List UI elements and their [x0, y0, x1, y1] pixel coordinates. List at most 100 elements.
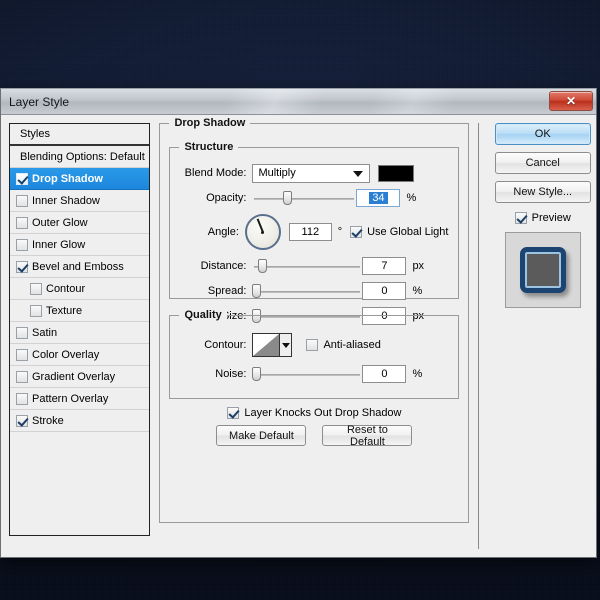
- use-global-light-checkbox[interactable]: Use Global Light: [350, 226, 448, 238]
- use-global-light-label: Use Global Light: [367, 226, 448, 238]
- checkbox-icon[interactable]: [16, 393, 28, 405]
- styles-column: Styles Blending Options: Default Drop Sha…: [9, 123, 150, 549]
- style-list-item-contour[interactable]: Contour: [10, 278, 149, 300]
- new-style-button[interactable]: New Style...: [495, 181, 591, 203]
- preview-checkbox[interactable]: Preview: [515, 212, 571, 224]
- checkbox-icon[interactable]: [16, 173, 28, 185]
- angle-value: 112: [302, 226, 320, 238]
- quality-group-title: Quality: [179, 309, 226, 321]
- checkbox-icon: [227, 407, 239, 419]
- close-button[interactable]: ✕: [549, 91, 593, 111]
- style-list-item-stroke[interactable]: Stroke: [10, 410, 149, 432]
- quality-group: Quality Contour: Anti-aliased: [169, 315, 459, 399]
- checkbox-icon[interactable]: [16, 217, 28, 229]
- layer-knocks-out-checkbox[interactable]: Layer Knocks Out Drop Shadow: [169, 407, 459, 419]
- checkbox-icon[interactable]: [16, 415, 28, 427]
- checkbox-icon[interactable]: [16, 327, 28, 339]
- structure-group: Structure Blend Mode: Multiply Opacity:: [169, 147, 459, 299]
- style-list-item-outer-glow[interactable]: Outer Glow: [10, 212, 149, 234]
- blend-mode-value: Multiply: [258, 167, 295, 179]
- spread-slider-track: [254, 291, 360, 293]
- style-list-item-label: Blending Options: Default: [20, 151, 145, 163]
- drop-shadow-group: Drop Shadow Structure Blend Mode: Multip…: [159, 123, 469, 523]
- spread-slider[interactable]: [252, 282, 362, 300]
- opacity-label: Opacity:: [180, 192, 252, 204]
- checkbox-icon: [350, 226, 362, 238]
- noise-input[interactable]: 0: [362, 365, 406, 383]
- opacity-slider-track: [254, 198, 354, 200]
- checkbox-icon[interactable]: [16, 195, 28, 207]
- preview-thumbnail: [505, 232, 581, 308]
- layer-style-dialog: Layer Style ✕ Styles Blending Options: D…: [0, 88, 597, 558]
- dialog-titlebar[interactable]: Layer Style ✕: [1, 89, 596, 115]
- anti-aliased-checkbox[interactable]: Anti-aliased: [306, 339, 380, 351]
- noise-unit: %: [412, 368, 422, 380]
- checkbox-icon[interactable]: [30, 283, 42, 295]
- noise-row: Noise: 0 %: [180, 363, 448, 385]
- cancel-button[interactable]: Cancel: [495, 152, 591, 174]
- style-list-item-texture[interactable]: Texture: [10, 300, 149, 322]
- checkbox-icon[interactable]: [16, 349, 28, 361]
- opacity-slider[interactable]: [252, 189, 356, 207]
- shadow-color-swatch[interactable]: [378, 165, 414, 182]
- angle-row: Angle: 112 ° Use Global Light: [180, 212, 448, 252]
- anti-aliased-label: Anti-aliased: [323, 339, 380, 351]
- distance-value: 7: [381, 260, 387, 272]
- style-list-item-blending-options-default[interactable]: Blending Options: Default: [10, 146, 149, 168]
- checkbox-icon[interactable]: [30, 305, 42, 317]
- opacity-slider-knob[interactable]: [283, 191, 292, 205]
- style-list-item-label: Contour: [46, 283, 85, 295]
- distance-input[interactable]: 7: [362, 257, 406, 275]
- make-default-button[interactable]: Make Default: [216, 425, 306, 446]
- styles-list-header: Styles: [10, 124, 149, 146]
- style-list-item-bevel-and-emboss[interactable]: Bevel and Emboss: [10, 256, 149, 278]
- distance-slider-knob[interactable]: [258, 259, 267, 273]
- style-list-item-label: Satin: [32, 327, 57, 339]
- opacity-value: 34: [369, 192, 387, 204]
- style-list-item-gradient-overlay[interactable]: Gradient Overlay: [10, 366, 149, 388]
- blend-mode-dropdown[interactable]: Multiply: [252, 164, 370, 183]
- dialog-title: Layer Style: [1, 95, 69, 109]
- reset-to-default-button[interactable]: Reset to Default: [322, 425, 412, 446]
- blend-mode-row: Blend Mode: Multiply: [180, 162, 448, 184]
- style-list-item-label: Bevel and Emboss: [32, 261, 124, 273]
- style-list-item-label: Pattern Overlay: [32, 393, 108, 405]
- style-list-item-inner-glow[interactable]: Inner Glow: [10, 234, 149, 256]
- contour-preset-picker[interactable]: [252, 333, 292, 357]
- styles-header-label: Styles: [20, 128, 50, 140]
- noise-slider[interactable]: [252, 365, 362, 383]
- style-list-item-label: Outer Glow: [32, 217, 88, 229]
- noise-label: Noise:: [180, 368, 252, 380]
- style-list-item-pattern-overlay[interactable]: Pattern Overlay: [10, 388, 149, 410]
- checkbox-icon[interactable]: [16, 261, 28, 273]
- spread-value: 0: [381, 285, 387, 297]
- angle-input[interactable]: 112: [289, 223, 332, 241]
- opacity-input[interactable]: 34: [356, 189, 400, 207]
- ok-button[interactable]: OK: [495, 123, 591, 145]
- style-list-item-satin[interactable]: Satin: [10, 322, 149, 344]
- drop-shadow-group-title: Drop Shadow: [169, 117, 250, 129]
- spread-input[interactable]: 0: [362, 282, 406, 300]
- style-list-item-inner-shadow[interactable]: Inner Shadow: [10, 190, 149, 212]
- action-column: OK Cancel New Style... Preview: [478, 123, 596, 549]
- noise-slider-track: [254, 374, 360, 376]
- checkbox-icon[interactable]: [16, 371, 28, 383]
- distance-label: Distance:: [180, 260, 252, 272]
- distance-slider[interactable]: [252, 257, 362, 275]
- default-buttons: Make Default Reset to Default: [169, 425, 459, 446]
- checkbox-icon: [306, 339, 318, 351]
- style-list-item-label: Color Overlay: [32, 349, 99, 361]
- checkbox-icon: [515, 212, 527, 224]
- style-list-item-color-overlay[interactable]: Color Overlay: [10, 344, 149, 366]
- style-list-item-drop-shadow[interactable]: Drop Shadow: [10, 168, 149, 190]
- angle-dial[interactable]: [245, 214, 281, 250]
- style-list-item-label: Inner Shadow: [32, 195, 100, 207]
- style-list-item-label: Texture: [46, 305, 82, 317]
- contour-dropdown-arrow-icon[interactable]: [279, 334, 291, 356]
- spread-slider-knob[interactable]: [252, 284, 261, 298]
- noise-slider-knob[interactable]: [252, 367, 261, 381]
- checkbox-icon[interactable]: [16, 239, 28, 251]
- opacity-row: Opacity: 34 %: [180, 187, 448, 209]
- angle-unit: °: [338, 226, 342, 238]
- preview-shape: [520, 247, 566, 293]
